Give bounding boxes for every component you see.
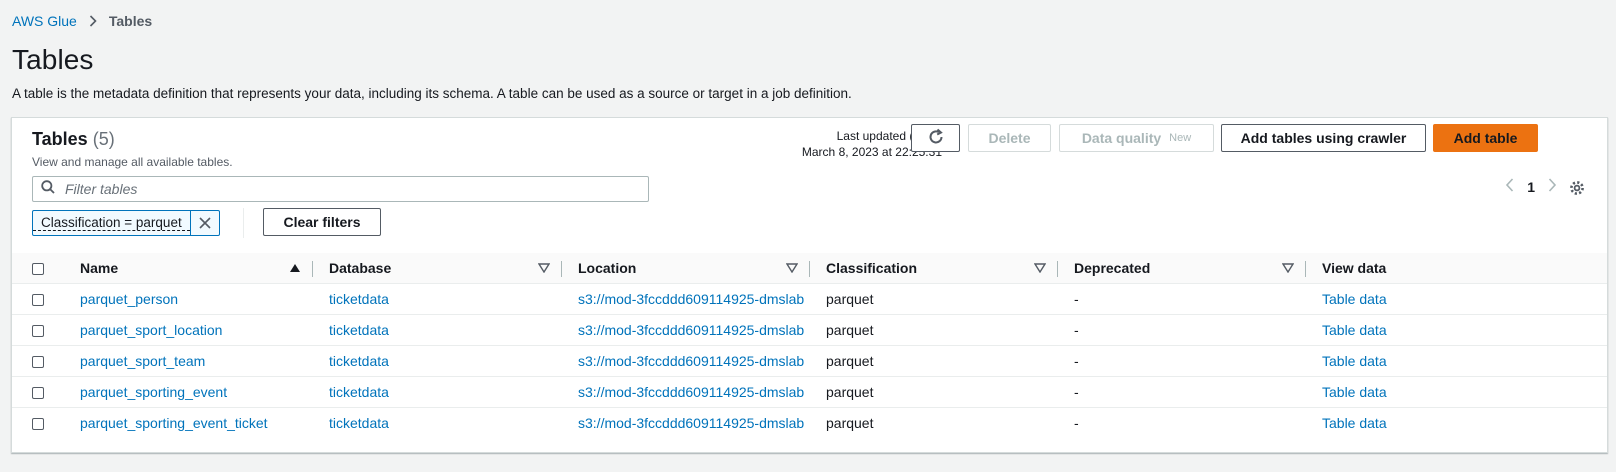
table-row: parquet_person ticketdata s3://mod-3fccd… [12,283,1607,315]
classification-cell: parquet [826,322,874,338]
classification-cell: parquet [826,415,874,431]
deprecated-cell: - [1074,384,1079,400]
row-select-cell [12,376,64,408]
chevron-right-icon[interactable] [1547,178,1557,195]
page-title: Tables [12,44,94,75]
page-description: A table is the metadata definition that … [12,86,852,101]
row-select-cell [12,314,64,346]
view-table-data-link[interactable]: Table data [1306,415,1387,431]
page-number[interactable]: 1 [1527,179,1535,195]
table-row: parquet_sporting_event ticketdata s3://m… [12,376,1607,408]
pagination: 1 [1505,178,1557,195]
column-header-database[interactable]: Database [313,253,562,284]
table-header-row: Name Database Location Classification De… [12,253,1607,284]
table-name-link[interactable]: parquet_person [64,291,178,307]
select-all-checkbox[interactable] [32,263,44,276]
table-name-link[interactable]: parquet_sporting_event_ticket [64,415,268,431]
location-link[interactable]: s3://mod-3fccddd609114925-dmslab [562,415,804,431]
table-row: parquet_sporting_event_ticket ticketdata… [12,408,1607,439]
clear-filters-button[interactable]: Clear filters [263,208,381,236]
new-badge: New [1169,132,1192,144]
filter-tables-input[interactable] [63,180,627,198]
row-checkbox[interactable] [32,418,44,431]
database-link[interactable]: ticketdata [313,415,389,431]
row-select-cell [12,283,64,315]
filter-tables-input-wrapper [32,176,649,202]
location-link[interactable]: s3://mod-3fccddd609114925-dmslab [562,291,804,307]
view-table-data-link[interactable]: Table data [1306,353,1387,369]
sort-icon [785,260,799,276]
table-name-link[interactable]: parquet_sporting_event [64,384,227,400]
database-link[interactable]: ticketdata [313,322,389,338]
tables-table: Name Database Location Classification De… [12,253,1607,438]
table-row: parquet_sport_team ticketdata s3://mod-3… [12,345,1607,377]
location-link[interactable]: s3://mod-3fccddd609114925-dmslab [562,322,804,338]
view-table-data-link[interactable]: Table data [1306,384,1387,400]
container-title: Tables (5) [32,129,115,150]
database-link[interactable]: ticketdata [313,353,389,369]
classification-cell: parquet [826,291,874,307]
view-table-data-link[interactable]: Table data [1306,291,1387,307]
data-quality-label: Data quality [1081,130,1162,146]
refresh-button[interactable] [911,124,960,152]
container-title-text: Tables [32,129,88,149]
sort-icon [1033,260,1047,276]
row-select-cell [12,408,64,439]
divider [243,208,244,238]
close-icon[interactable] [189,211,219,235]
container-description: View and manage all available tables. [32,155,233,169]
column-header-view-data: View data [1306,253,1607,284]
filter-token-label[interactable]: Classification = parquet [33,215,190,231]
filter-token: Classification = parquet [32,210,220,236]
deprecated-cell: - [1074,353,1079,369]
gear-icon[interactable] [1569,180,1585,201]
location-link[interactable]: s3://mod-3fccddd609114925-dmslab [562,384,804,400]
row-select-cell [12,345,64,377]
chevron-left-icon[interactable] [1505,178,1515,195]
column-header-name[interactable]: Name [64,253,313,284]
sort-icon [537,260,551,276]
chevron-right-icon [89,15,97,27]
database-link[interactable]: ticketdata [313,384,389,400]
database-link[interactable]: ticketdata [313,291,389,307]
row-checkbox[interactable] [32,325,44,338]
table-count: (5) [92,129,115,149]
column-header-location[interactable]: Location [562,253,810,284]
breadcrumb: AWS Glue Tables [12,13,152,29]
row-checkbox[interactable] [32,294,44,307]
view-table-data-link[interactable]: Table data [1306,322,1387,338]
refresh-icon [927,128,945,149]
classification-cell: parquet [826,353,874,369]
deprecated-cell: - [1074,322,1079,338]
delete-button[interactable]: Delete [968,124,1051,152]
breadcrumb-current: Tables [108,13,153,29]
table-row: parquet_sport_location ticketdata s3://m… [12,314,1607,346]
location-link[interactable]: s3://mod-3fccddd609114925-dmslab [562,353,804,369]
deprecated-cell: - [1074,415,1079,431]
breadcrumb-aws-glue[interactable]: AWS Glue [12,13,77,29]
column-header-classification[interactable]: Classification [810,253,1058,284]
deprecated-cell: - [1074,291,1079,307]
sort-ascending-icon [289,260,301,276]
sort-icon [1281,260,1295,276]
table-name-link[interactable]: parquet_sport_location [64,322,222,338]
row-checkbox[interactable] [32,356,44,369]
search-icon [41,179,55,199]
select-all-header [12,253,64,284]
tables-container: Tables (5) View and manage all available… [11,117,1608,453]
data-quality-button[interactable]: Data quality New [1059,124,1214,152]
column-header-deprecated[interactable]: Deprecated [1058,253,1306,284]
add-table-button[interactable]: Add table [1433,124,1538,152]
table-name-link[interactable]: parquet_sport_team [64,353,205,369]
row-checkbox[interactable] [32,387,44,400]
add-tables-crawler-button[interactable]: Add tables using crawler [1221,124,1426,152]
classification-cell: parquet [826,384,874,400]
